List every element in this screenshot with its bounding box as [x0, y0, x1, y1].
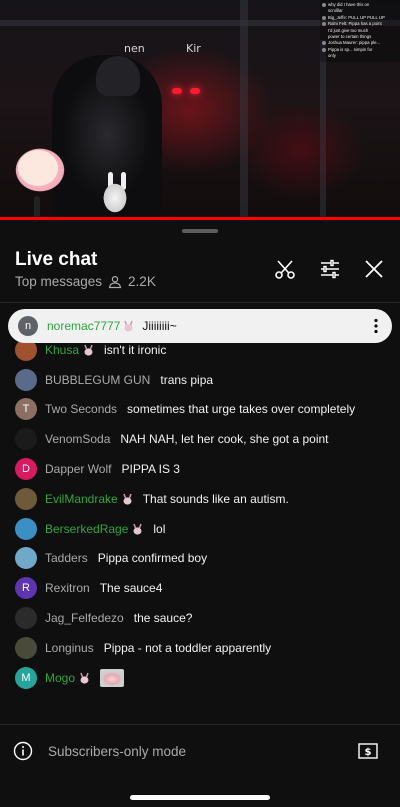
robot-eye — [172, 88, 182, 94]
message-text: sometimes that urge takes over completel… — [127, 402, 356, 417]
chat-message[interactable]: Longinus Pippa - not a toddler apparently — [15, 635, 271, 661]
chat-message-list[interactable]: DE4THROWKhusaisn't it ironicBUBBLEGUM GU… — [0, 310, 400, 725]
video-player[interactable]: nen Kir why did I have this on scrolllar… — [0, 0, 400, 220]
avatar[interactable]: R — [15, 577, 37, 600]
message-author[interactable]: Jag_Felfedezo — [45, 611, 124, 625]
avatar[interactable]: M — [15, 666, 37, 689]
message-text: isn't it ironic — [104, 342, 167, 357]
member-badge-icon — [84, 344, 93, 356]
member-badge-icon — [80, 672, 89, 684]
close-icon[interactable] — [362, 257, 386, 281]
message-author[interactable]: Khusa — [45, 343, 79, 357]
message-text: That sounds like an autism. — [142, 491, 289, 506]
viewer-count: 2.2K — [128, 274, 156, 289]
message-text: trans pipa — [160, 372, 214, 387]
pinned-message[interactable]: n noremac7777 Jiiiiiiii~ — [8, 309, 392, 343]
message-author[interactable]: Mogo — [45, 671, 75, 685]
avatar[interactable] — [15, 547, 37, 570]
scene-pillar — [320, 40, 326, 217]
vtuber-face — [18, 150, 58, 186]
chat-mode-label: Top messages — [15, 274, 103, 289]
filter-sliders-icon[interactable] — [318, 257, 342, 281]
avatar: n — [18, 316, 38, 336]
message-author[interactable]: Longinus — [45, 641, 94, 655]
hud-label-right: Kir — [186, 42, 201, 55]
more-vert-icon[interactable] — [374, 318, 378, 334]
message-text: Pippa - not a toddler apparently — [103, 640, 272, 655]
member-badge-icon — [123, 493, 132, 505]
message-author[interactable]: Rexitron — [45, 581, 90, 595]
super-chat-dollar-icon[interactable]: $ — [358, 743, 378, 759]
avatar[interactable] — [15, 428, 37, 451]
progress-fill — [0, 217, 400, 220]
header-divider — [0, 302, 400, 303]
message-text: NAH NAH, let her cook, she got a point — [120, 432, 329, 447]
chat-message[interactable]: D Dapper Wolf PIPPA IS 3 — [15, 456, 180, 482]
robot-eye — [190, 88, 200, 94]
live-chat-panel: Live chat Top messages 2.2K DE4THROWKhus… — [0, 222, 400, 807]
chat-message[interactable]: M Mogo — [15, 665, 126, 691]
avatar[interactable] — [15, 607, 37, 629]
chat-message[interactable]: T Two Seconds sometimes that urge takes ov… — [15, 396, 355, 422]
chat-message[interactable]: Jag_Felfedezo the sauce? — [15, 605, 192, 631]
overlay-chat-line: only — [328, 53, 336, 59]
scene-pillar — [240, 0, 248, 217]
chat-message[interactable]: R Rexitron The sauce4 — [15, 575, 162, 601]
message-text: the sauce? — [133, 611, 193, 625]
chat-message[interactable]: Tadders Pippa confirmed boy — [15, 545, 207, 571]
bunny-mascot — [96, 172, 134, 218]
person-icon — [108, 275, 122, 288]
avatar[interactable] — [15, 636, 37, 659]
hud-label-left: nen — [124, 42, 145, 55]
soldier-helmet — [96, 56, 140, 96]
message-author[interactable]: BUBBLEGUM GUN — [45, 373, 150, 387]
message-author[interactable]: BerserkedRage — [45, 522, 128, 536]
chat-message[interactable]: EvilMandrake That sounds like an autism. — [15, 486, 289, 512]
message-text: The sauce4 — [99, 581, 163, 596]
chat-mode-selector[interactable]: Top messages 2.2K — [15, 274, 156, 289]
chat-footer: Subscribers-only mode $ — [0, 724, 400, 807]
info-icon[interactable] — [13, 741, 33, 761]
message-author[interactable]: Two Seconds — [45, 402, 117, 416]
chat-message[interactable]: VenomSoda NAH NAH, let her cook, she got … — [15, 426, 329, 452]
member-badge-icon — [133, 523, 143, 535]
home-indicator[interactable] — [130, 795, 270, 800]
avatar[interactable]: D — [15, 458, 37, 480]
clip-icon[interactable] — [273, 257, 297, 281]
chat-message[interactable]: BerserkedRage lol — [15, 516, 165, 542]
microphone-icon — [34, 196, 40, 218]
message-text: PIPPA IS 3 — [121, 462, 180, 476]
chat-message[interactable]: BUBBLEGUM GUN trans pipa — [15, 367, 213, 393]
message-author[interactable]: EvilMandrake — [45, 492, 118, 506]
pinned-text: Jiiiiiiii~ — [142, 319, 177, 333]
svg-text:$: $ — [365, 747, 372, 758]
subscribers-only-label: Subscribers-only mode — [48, 744, 187, 759]
avatar[interactable]: T — [15, 398, 37, 421]
message-author[interactable]: Dapper Wolf — [45, 462, 111, 476]
message-author[interactable]: VenomSoda — [45, 432, 110, 446]
stream-chat-overlay: why did I have this on scrolllar Big_Jef… — [320, 0, 400, 62]
emote-icon — [100, 668, 125, 687]
avatar[interactable] — [15, 487, 37, 510]
avatar[interactable] — [15, 368, 37, 391]
avatar[interactable] — [15, 517, 37, 540]
drag-handle[interactable] — [182, 229, 218, 233]
member-badge-icon — [124, 320, 134, 332]
chat-title: Live chat — [15, 249, 98, 270]
pinned-author[interactable]: noremac7777 — [47, 319, 120, 333]
message-text: lol — [153, 521, 166, 536]
message-text: Pippa confirmed boy — [97, 551, 208, 566]
message-author[interactable]: Tadders — [45, 551, 88, 565]
